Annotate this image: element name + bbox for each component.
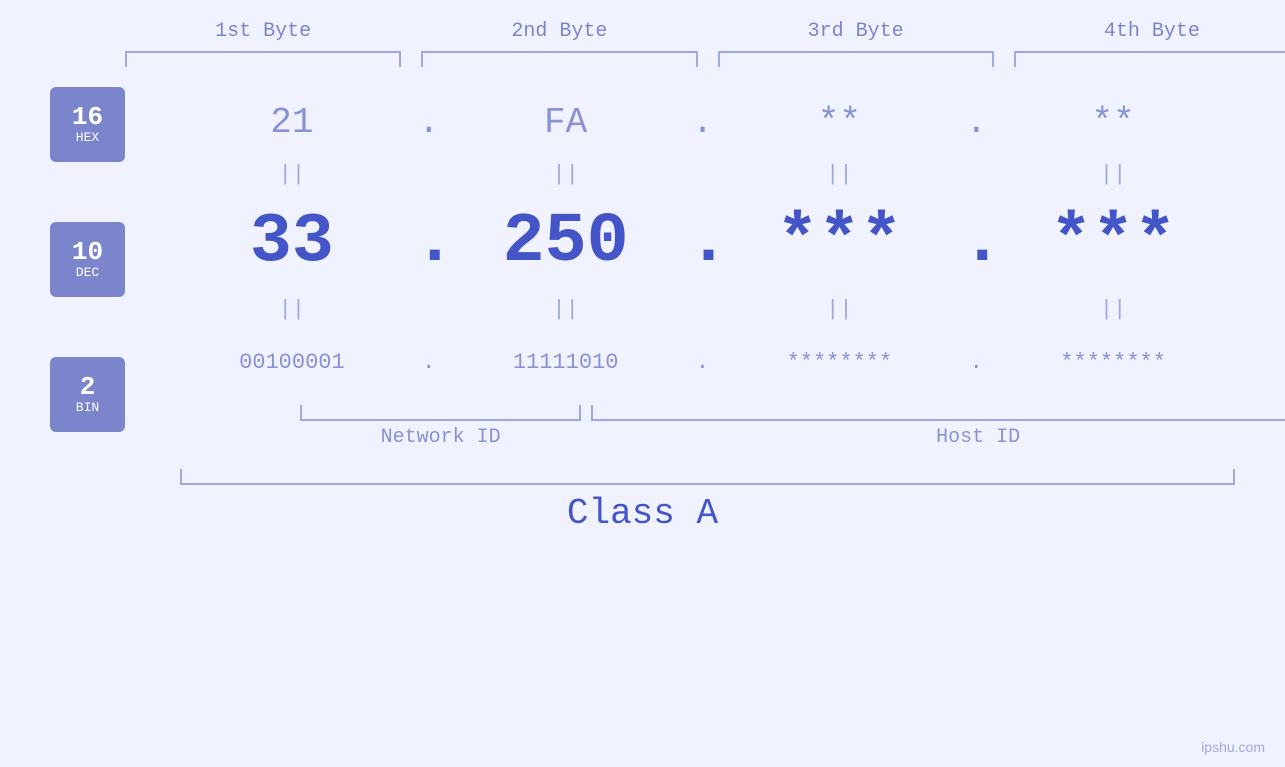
badge-hex-number: 16 (72, 104, 103, 130)
bracket-byte4 (1014, 51, 1285, 67)
eq2-4: || (1100, 297, 1126, 322)
dec-row: 33 . 250 . *** . *** (170, 192, 1235, 292)
eq2-1: || (279, 297, 305, 322)
hex-value-4: ** (1092, 102, 1135, 143)
eq2-cell-2: || (444, 297, 688, 322)
byte3-header: 3rd Byte (708, 20, 1004, 43)
dec-dot-1: . (414, 203, 444, 282)
id-labels: Network ID Host ID (300, 426, 1285, 449)
bottom-id-section: Network ID Host ID (300, 405, 1285, 449)
watermark: ipshu.com (1201, 739, 1265, 755)
hex-row: 21 . FA . ** . ** (170, 87, 1235, 157)
eq2-cell-1: || (170, 297, 414, 322)
eq1-4: || (1100, 162, 1126, 187)
bin-value-2: 11111010 (513, 350, 619, 375)
hex-dot-2: . (688, 102, 718, 143)
bin-row: 00100001 . 11111010 . ******** . (170, 327, 1235, 397)
dec-value-3: *** (776, 203, 902, 282)
bracket-network-id (300, 405, 581, 421)
bracket-byte3 (718, 51, 994, 67)
data-rows-area: 21 . FA . ** . ** (170, 87, 1235, 449)
dec-cell-2: 250 (444, 203, 688, 282)
eq1-cell-3: || (718, 162, 962, 187)
bin-value-3: ******** (787, 350, 893, 375)
badge-hex: 16 HEX (50, 87, 125, 162)
main-container: 1st Byte 2nd Byte 3rd Byte 4th Byte 16 H… (0, 0, 1285, 767)
dec-value-2: 250 (503, 203, 629, 282)
byte2-header: 2nd Byte (411, 20, 707, 43)
network-id-label: Network ID (300, 426, 581, 449)
hex-dot-1: . (414, 102, 444, 143)
bin-cell-2: 11111010 (444, 350, 688, 375)
class-label: Class A (50, 493, 1235, 534)
eq1-cell-4: || (991, 162, 1235, 187)
equals-row-2: || || || || (170, 292, 1235, 327)
equals-row-1: || || || || (170, 157, 1235, 192)
badge-bin-number: 2 (80, 374, 96, 400)
bin-cell-3: ******** (718, 350, 962, 375)
eq2-3: || (826, 297, 852, 322)
bracket-byte1 (125, 51, 401, 67)
top-brackets (115, 51, 1285, 67)
bin-dot-1: . (414, 350, 444, 375)
hex-value-1: 21 (270, 102, 313, 143)
badge-dec-number: 10 (72, 239, 103, 265)
badges-column: 16 HEX 10 DEC 2 BIN (50, 87, 170, 432)
eq2-cell-3: || (718, 297, 962, 322)
eq2-2: || (552, 297, 578, 322)
bin-value-4: ******** (1060, 350, 1166, 375)
dec-value-1: 33 (250, 203, 334, 282)
byte4-header: 4th Byte (1004, 20, 1285, 43)
dec-cell-4: *** (991, 203, 1235, 282)
main-data-area: 16 HEX 10 DEC 2 BIN 21 . (50, 87, 1235, 449)
bin-cell-1: 00100001 (170, 350, 414, 375)
dec-dot-3: . (961, 203, 991, 282)
bracket-host-id (591, 405, 1285, 421)
class-bracket (180, 469, 1235, 485)
dec-cell-1: 33 (170, 203, 414, 282)
byte-headers-row: 1st Byte 2nd Byte 3rd Byte 4th Byte (115, 20, 1285, 43)
class-section: Class A (50, 469, 1235, 534)
hex-dot-3: . (961, 102, 991, 143)
badge-hex-label: HEX (76, 130, 99, 145)
hex-cell-2: FA (444, 102, 688, 143)
hex-cell-3: ** (718, 102, 962, 143)
dec-cell-3: *** (718, 203, 962, 282)
hex-cell-4: ** (991, 102, 1235, 143)
bracket-byte2 (421, 51, 697, 67)
dec-dot-2: . (688, 203, 718, 282)
hex-value-2: FA (544, 102, 587, 143)
bottom-brackets (300, 405, 1285, 421)
bin-value-1: 00100001 (239, 350, 345, 375)
bin-dot-2: . (688, 350, 718, 375)
bin-cell-4: ******** (991, 350, 1235, 375)
badge-dec: 10 DEC (50, 222, 125, 297)
badge-dec-label: DEC (76, 265, 99, 280)
bin-dot-3: . (961, 350, 991, 375)
hex-value-3: ** (818, 102, 861, 143)
hex-cell-1: 21 (170, 102, 414, 143)
eq1-3: || (826, 162, 852, 187)
eq1-cell-1: || (170, 162, 414, 187)
eq1-2: || (552, 162, 578, 187)
host-id-label: Host ID (591, 426, 1285, 449)
eq1-cell-2: || (444, 162, 688, 187)
eq1-1: || (279, 162, 305, 187)
eq2-cell-4: || (991, 297, 1235, 322)
badge-bin: 2 BIN (50, 357, 125, 432)
dec-value-4: *** (1050, 203, 1176, 282)
badge-bin-label: BIN (76, 400, 99, 415)
byte1-header: 1st Byte (115, 20, 411, 43)
